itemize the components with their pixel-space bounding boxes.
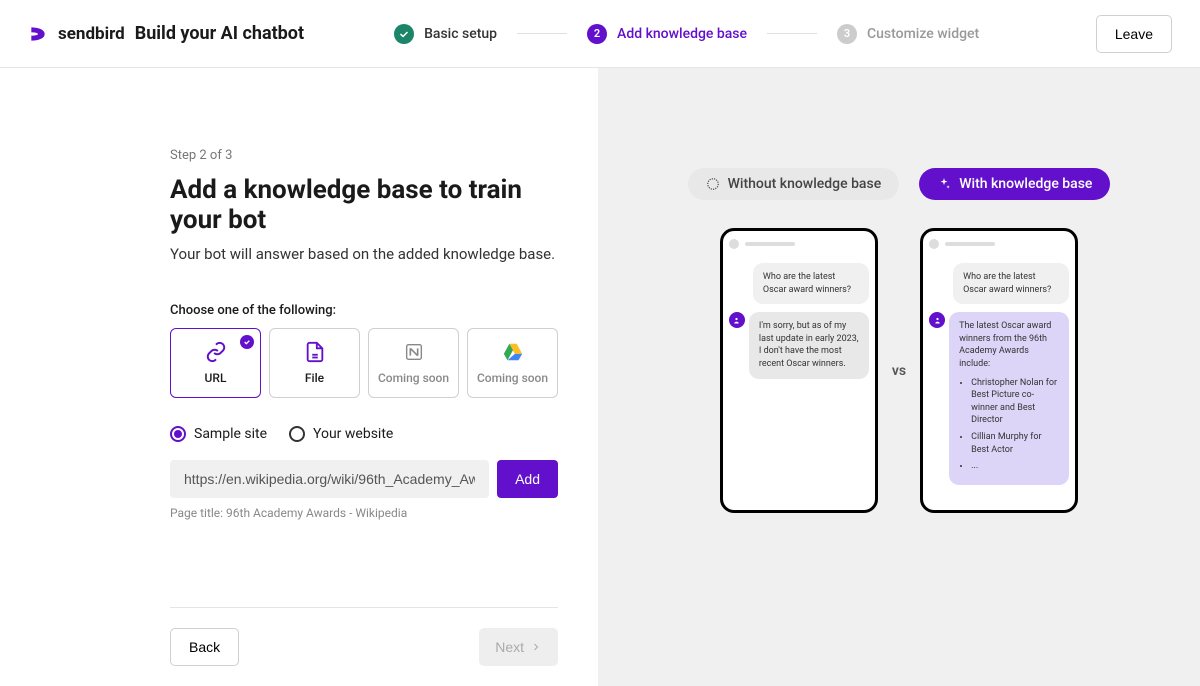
- answer-bubble-with: The latest Oscar award winners from the …: [949, 312, 1069, 485]
- header: sendbird Build your AI chatbot Basic set…: [0, 0, 1200, 68]
- sparkle-icon: [937, 177, 951, 191]
- sendbird-logo-icon: [28, 24, 48, 44]
- file-icon: [304, 341, 326, 363]
- step-3-label: Customize widget: [867, 26, 979, 42]
- notion-icon: [403, 341, 425, 363]
- question-bubble: Who are the latest Oscar award winners?: [953, 263, 1069, 304]
- logo-text: sendbird: [58, 24, 125, 44]
- logo: sendbird: [28, 24, 125, 44]
- step-2-number: 2: [587, 24, 607, 44]
- step-2-label: Add knowledge base: [617, 26, 747, 42]
- bot-avatar-icon: [929, 312, 945, 328]
- check-icon: [240, 335, 254, 349]
- card-file-label: File: [305, 371, 324, 385]
- url-input[interactable]: [170, 460, 489, 498]
- header-title: Build your AI chatbot: [135, 23, 304, 44]
- radio-unchecked-icon: [289, 426, 305, 442]
- radio-your-website[interactable]: Your website: [289, 426, 393, 442]
- list-item: ...: [971, 460, 1059, 473]
- leave-button[interactable]: Leave: [1096, 15, 1172, 53]
- card-notion[interactable]: Coming soon: [368, 328, 459, 398]
- step-divider: [517, 33, 567, 34]
- step-indicator: Step 2 of 3: [170, 148, 558, 163]
- bot-avatar-icon: [729, 312, 745, 328]
- source-cards: URL File Coming soon Coming soon: [170, 328, 558, 398]
- radio-group: Sample site Your website: [170, 426, 558, 442]
- pill-without-kb: Without knowledge base: [688, 168, 900, 200]
- page-subtitle: Your bot will answer based on the added …: [170, 245, 558, 263]
- step-3-number: 3: [837, 24, 857, 44]
- radio-checked-icon: [170, 426, 186, 442]
- phone-preview-without: Who are the latest Oscar award winners? …: [720, 228, 878, 513]
- progress-steps: Basic setup 2 Add knowledge base 3 Custo…: [394, 24, 979, 44]
- card-drive[interactable]: Coming soon: [467, 328, 558, 398]
- step-2: 2 Add knowledge base: [587, 24, 747, 44]
- radio-sample-site[interactable]: Sample site: [170, 426, 267, 442]
- step-3: 3 Customize widget: [837, 24, 979, 44]
- next-button[interactable]: Next: [479, 628, 558, 666]
- dashed-circle-icon: [706, 177, 720, 191]
- step-divider: [767, 33, 817, 34]
- footer-nav: Back Next: [170, 607, 558, 666]
- pill-with-kb: With knowledge base: [919, 168, 1110, 200]
- check-icon: [394, 24, 414, 44]
- card-drive-label: Coming soon: [477, 371, 548, 385]
- card-url-label: URL: [205, 371, 227, 385]
- card-url[interactable]: URL: [170, 328, 261, 398]
- card-notion-label: Coming soon: [378, 371, 449, 385]
- google-drive-icon: [502, 341, 524, 363]
- question-bubble: Who are the latest Oscar award winners?: [753, 263, 869, 304]
- choose-label: Choose one of the following:: [170, 303, 558, 318]
- page-title: Add a knowledge base to train your bot: [170, 175, 558, 235]
- link-icon: [205, 341, 227, 363]
- list-item: Christopher Nolan for Best Picture co-wi…: [971, 377, 1059, 427]
- left-panel: Step 2 of 3 Add a knowledge base to trai…: [0, 68, 598, 686]
- add-button[interactable]: Add: [497, 460, 558, 498]
- list-item: Cillian Murphy for Best Actor: [971, 431, 1059, 456]
- url-hint: Page title: 96th Academy Awards - Wikipe…: [170, 506, 558, 520]
- step-1-label: Basic setup: [424, 26, 497, 42]
- step-1: Basic setup: [394, 24, 497, 44]
- answer-bubble-without: I'm sorry, but as of my last update in e…: [749, 312, 869, 378]
- chevron-right-icon: [530, 641, 542, 653]
- card-file[interactable]: File: [269, 328, 360, 398]
- back-button[interactable]: Back: [170, 628, 239, 666]
- preview-panel: Without knowledge base With knowledge ba…: [598, 68, 1200, 686]
- vs-label: vs: [892, 363, 906, 379]
- phone-preview-with: Who are the latest Oscar award winners? …: [920, 228, 1078, 513]
